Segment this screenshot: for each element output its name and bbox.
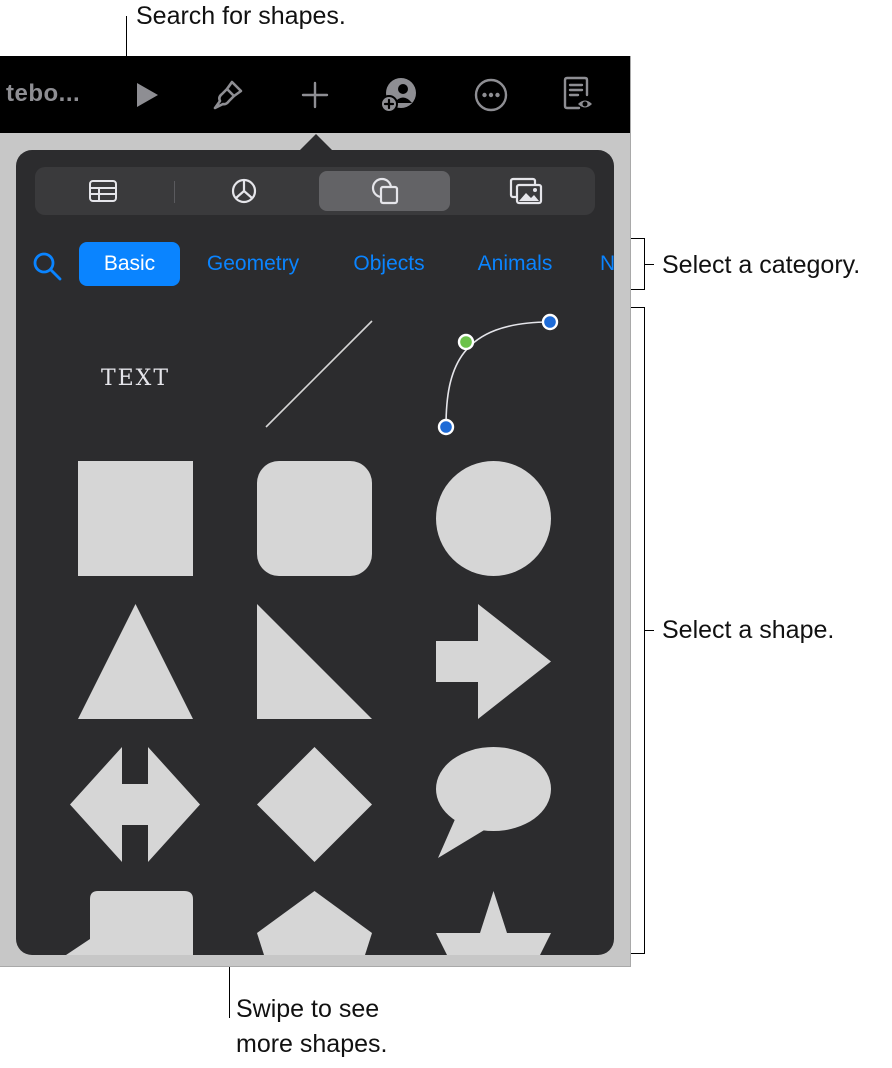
document-title[interactable]: tebo...: [6, 80, 80, 108]
tab-table[interactable]: [37, 171, 168, 211]
search-annotation: Search for shapes.: [136, 2, 346, 30]
category-objects[interactable]: Objects: [342, 242, 436, 286]
shape-square[interactable]: [78, 461, 193, 576]
table-icon: [88, 180, 117, 202]
reader-view-icon[interactable]: [558, 75, 598, 115]
shape-pentagon[interactable]: [257, 891, 372, 955]
popover-arrow: [299, 134, 333, 151]
tab-media[interactable]: [460, 171, 591, 211]
more-icon[interactable]: [471, 75, 511, 115]
shape-arrow[interactable]: [436, 604, 551, 719]
shape-curve[interactable]: [430, 308, 565, 443]
shape-right-triangle[interactable]: [257, 604, 372, 719]
shape-bracket-bottom: [630, 953, 644, 954]
shape-bracket-top: [630, 307, 644, 308]
shape-circle[interactable]: [436, 461, 551, 576]
category-bracket-top: [630, 238, 644, 239]
category-basic[interactable]: Basic: [79, 242, 180, 286]
tab-shapes[interactable]: [319, 171, 450, 211]
category-bracket-bottom: [630, 289, 644, 290]
segment-divider: [174, 181, 175, 203]
category-geometry[interactable]: Geometry: [196, 242, 310, 286]
shape-callout-square[interactable]: [66, 891, 194, 955]
swipe-annotation-line2: more shapes.: [236, 1030, 388, 1058]
category-truncated-label: N: [600, 252, 614, 275]
plus-icon[interactable]: [295, 75, 335, 115]
play-icon[interactable]: [126, 75, 166, 115]
category-animals[interactable]: Animals: [468, 242, 562, 286]
shape-annotation: Select a shape.: [662, 616, 835, 644]
search-icon[interactable]: [31, 250, 63, 282]
shape-speech-bubble[interactable]: [436, 747, 551, 862]
text-box-label: TEXT: [100, 365, 171, 391]
shape-star[interactable]: [436, 891, 551, 955]
chart-icon: [231, 178, 256, 204]
shape-bracket-tick: [644, 630, 654, 631]
shape-double-arrow[interactable]: [70, 747, 200, 862]
category-truncated[interactable]: N: [600, 242, 614, 286]
shape-diamond[interactable]: [257, 747, 372, 862]
category-annotation: Select a category.: [662, 251, 861, 279]
category-bracket-tick: [644, 264, 654, 265]
shape-text-box[interactable]: TEXT: [78, 350, 193, 406]
shape-line[interactable]: [262, 317, 376, 431]
tab-chart[interactable]: [178, 171, 309, 211]
media-icon: [509, 177, 542, 205]
shape-rounded-square[interactable]: [257, 461, 372, 576]
collaborate-icon[interactable]: [380, 75, 420, 115]
paintbrush-icon[interactable]: [208, 75, 248, 115]
shape-triangle[interactable]: [78, 604, 193, 719]
swipe-annotation-line1: Swipe to see: [236, 995, 380, 1023]
shapes-icon: [371, 177, 398, 205]
